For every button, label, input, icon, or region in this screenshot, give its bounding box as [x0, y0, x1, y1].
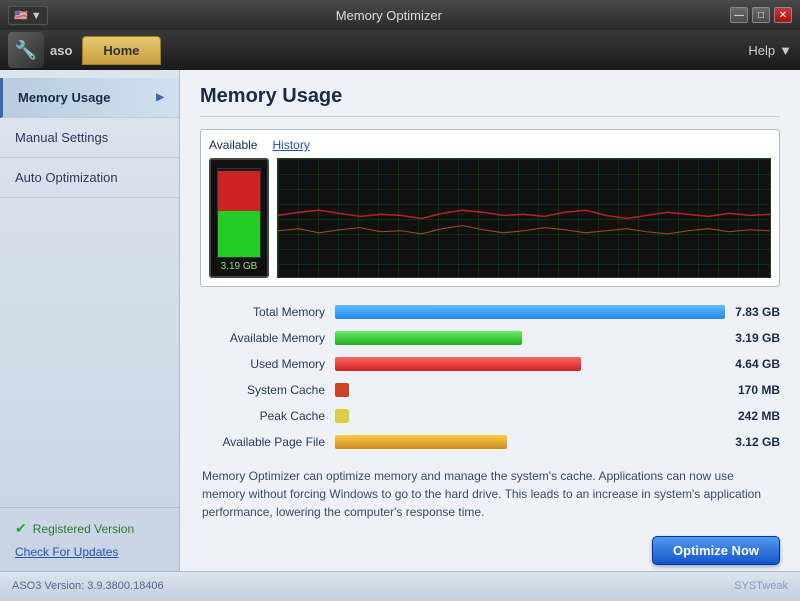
- check-icon: ✔: [15, 520, 27, 537]
- menu-bar: 🔧 aso Home Help ▼: [0, 30, 800, 70]
- stat-label-used: Used Memory: [200, 357, 335, 371]
- stat-bar-area-total: [335, 305, 725, 319]
- stat-bar-used: [335, 357, 581, 371]
- stat-bar-total: [335, 305, 725, 319]
- gauge-bar: [217, 168, 261, 258]
- stat-label-peak-cache: Peak Cache: [200, 409, 335, 423]
- stat-label-system-cache: System Cache: [200, 383, 335, 397]
- stat-row-page-file: Available Page File 3.12 GB: [200, 432, 780, 452]
- window-controls: — □ ✕: [730, 7, 792, 23]
- brand-text: SYSTweak: [734, 580, 788, 592]
- gauge-available-bar: [218, 211, 260, 257]
- stat-row-available: Available Memory 3.19 GB: [200, 328, 780, 348]
- sidebar-item-memory-usage[interactable]: Memory Usage ▶: [0, 78, 179, 118]
- stat-label-available: Available Memory: [200, 331, 335, 345]
- optimize-now-button[interactable]: Optimize Now: [652, 536, 780, 565]
- registered-badge: ✔ Registered Version: [15, 520, 164, 537]
- sidebar-item-label: Memory Usage: [18, 90, 110, 105]
- stat-value-available: 3.19 GB: [725, 331, 780, 345]
- stat-row-total: Total Memory 7.83 GB: [200, 302, 780, 322]
- stat-row-used: Used Memory 4.64 GB: [200, 354, 780, 374]
- title-bar: 🇺🇸 ▼ Memory Optimizer — □ ✕: [0, 0, 800, 30]
- stat-row-system-cache: System Cache 170 MB: [200, 380, 780, 400]
- stat-row-peak-cache: Peak Cache 242 MB: [200, 406, 780, 426]
- sidebar-arrow-icon: ▶: [156, 92, 164, 103]
- system-cache-indicator: [335, 383, 349, 397]
- registered-label: Registered Version: [33, 522, 134, 536]
- help-menu[interactable]: Help ▼: [748, 43, 792, 58]
- stat-bar-available: [335, 331, 522, 345]
- main-layout: Memory Usage ▶ Manual Settings Auto Opti…: [0, 70, 800, 571]
- stat-value-total: 7.83 GB: [725, 305, 780, 319]
- minimize-button[interactable]: —: [730, 7, 748, 23]
- help-arrow-icon: ▼: [779, 43, 792, 58]
- graph-tab-available[interactable]: Available: [209, 138, 257, 152]
- optimize-row: Optimize Now: [200, 536, 780, 565]
- version-text: ASO3 Version: 3.9.3800.18406: [12, 580, 164, 592]
- description-text: Memory Optimizer can optimize memory and…: [200, 467, 780, 521]
- graph-tabs: Available History: [209, 138, 771, 152]
- app-logo: 🔧 aso: [8, 32, 72, 68]
- stat-bar-area-available: [335, 331, 725, 345]
- sidebar-item-auto-optimization[interactable]: Auto Optimization: [0, 158, 179, 198]
- maximize-button[interactable]: □: [752, 7, 770, 23]
- stat-bar-area-system-cache: [335, 383, 725, 397]
- gauge-label: 3.19 GB: [221, 261, 258, 272]
- stat-bar-page-file: [335, 435, 507, 449]
- stat-bar-area-peak-cache: [335, 409, 725, 423]
- gauge-used-bar: [218, 171, 260, 211]
- chart-line: [278, 159, 770, 278]
- peak-cache-indicator: [335, 409, 349, 423]
- sidebar-item-manual-settings[interactable]: Manual Settings: [0, 118, 179, 158]
- logo-text: aso: [50, 43, 72, 58]
- check-updates-link[interactable]: Check For Updates: [15, 545, 164, 559]
- stat-value-peak-cache: 242 MB: [725, 409, 780, 423]
- sidebar-item-label: Manual Settings: [15, 130, 108, 145]
- history-chart: [277, 158, 771, 278]
- window-title: Memory Optimizer: [48, 8, 730, 23]
- page-title: Memory Usage: [200, 85, 780, 117]
- flag-icon: 🇺🇸 ▼: [8, 6, 48, 25]
- stat-label-page-file: Available Page File: [200, 435, 335, 449]
- stat-value-used: 4.64 GB: [725, 357, 780, 371]
- graph-tab-history[interactable]: History: [272, 138, 309, 152]
- sidebar-bottom: ✔ Registered Version Check For Updates: [0, 507, 179, 571]
- sidebar: Memory Usage ▶ Manual Settings Auto Opti…: [0, 70, 180, 571]
- stat-bar-area-page-file: [335, 435, 725, 449]
- close-button[interactable]: ✕: [774, 7, 792, 23]
- logo-icon: 🔧: [8, 32, 44, 68]
- status-bar: ASO3 Version: 3.9.3800.18406 SYSTweak: [0, 571, 800, 599]
- stat-bar-area-used: [335, 357, 725, 371]
- stat-value-page-file: 3.12 GB: [725, 435, 780, 449]
- stat-label-total: Total Memory: [200, 305, 335, 319]
- content-area: Memory Usage Available History 3.19 GB: [180, 70, 800, 571]
- sidebar-item-label: Auto Optimization: [15, 170, 118, 185]
- help-label: Help: [748, 43, 775, 58]
- graph-row: 3.19 GB: [209, 158, 771, 278]
- graph-container: Available History 3.19 GB: [200, 129, 780, 287]
- stat-value-system-cache: 170 MB: [725, 383, 780, 397]
- stats-section: Total Memory 7.83 GB Available Memory 3.…: [200, 302, 780, 452]
- memory-gauge: 3.19 GB: [209, 158, 269, 278]
- tab-home[interactable]: Home: [82, 36, 160, 65]
